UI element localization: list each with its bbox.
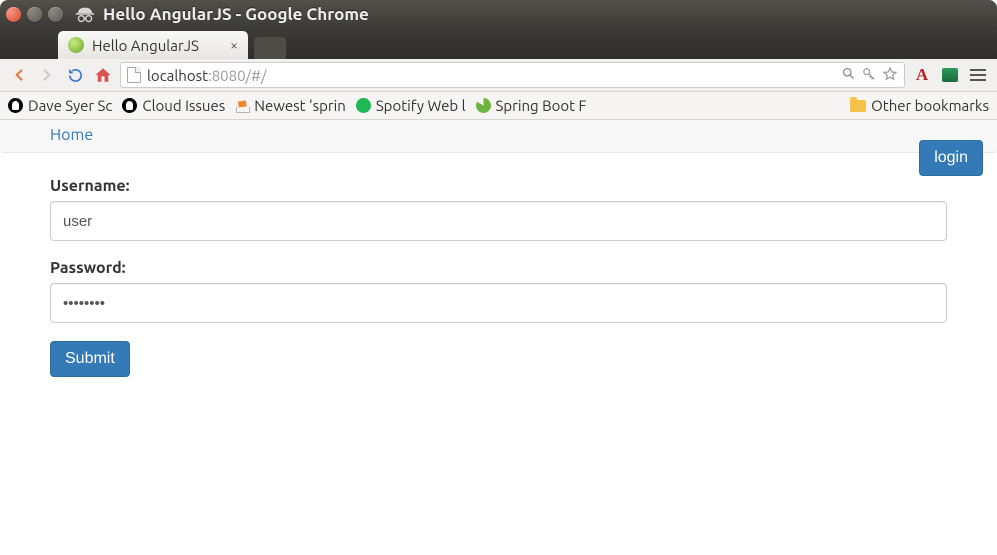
github-icon [122,98,137,113]
page-content: Home login Username: Password: Submit [0,120,997,401]
password-input[interactable] [50,283,947,323]
stackoverflow-icon [235,99,249,113]
incognito-icon [73,2,97,26]
username-label: Username: [50,177,947,195]
bookmark-label: Spring Boot F [496,97,587,114]
omnibox-right-icons [841,66,898,85]
bookmarks-bar: Dave Syer Sc Cloud Issues Newest 'sprin … [0,92,997,120]
spotify-icon [356,98,371,113]
extension-icon[interactable] [939,64,961,86]
spring-icon [476,98,491,113]
bookmark-label: Spotify Web l [376,97,466,114]
submit-button[interactable]: Submit [50,341,130,377]
window-minimize-button[interactable] [27,7,42,22]
url-rest: :8080/#/ [208,67,266,84]
browser-tab[interactable]: Hello AngularJS × [58,31,248,59]
bookmark-item[interactable]: Spotify Web l [356,97,466,114]
reload-button[interactable] [64,64,86,86]
username-input[interactable] [50,201,947,241]
bookmark-item[interactable]: Spring Boot F [476,97,587,114]
zoom-icon[interactable] [841,66,856,84]
url-host: localhost [147,67,208,84]
bookmark-label: Newest 'sprin [254,97,346,114]
github-icon [8,98,23,113]
bookmark-label: Cloud Issues [142,97,225,114]
top-nav-area: Home login [0,120,997,153]
address-bar[interactable]: localhost:8080/#/ [120,62,905,88]
home-button[interactable] [92,64,114,86]
page-icon [127,67,141,83]
url-text: localhost:8080/#/ [147,67,835,84]
bookmark-item[interactable]: Cloud Issues [122,97,225,114]
permissions-icon[interactable] [862,67,876,84]
bookmark-item[interactable]: Newest 'sprin [235,97,346,114]
password-label: Password: [50,259,947,277]
login-button[interactable]: login [919,140,983,176]
forward-button[interactable] [36,64,58,86]
tab-title: Hello AngularJS [92,37,222,54]
folder-icon [850,100,866,112]
chrome-menu-button[interactable] [967,64,989,86]
login-form: Username: Password: Submit [0,153,997,401]
window-titlebar: Hello AngularJS - Google Chrome [0,0,997,28]
tab-strip: Hello AngularJS × [0,28,997,59]
other-bookmarks-label: Other bookmarks [871,97,989,114]
bookmark-label: Dave Syer Sc [28,97,112,114]
bookmark-star-icon[interactable] [882,66,898,85]
new-tab-button[interactable] [254,37,286,59]
window-close-button[interactable] [6,7,21,22]
tab-favicon-icon [68,37,84,53]
browser-toolbar: localhost:8080/#/ A [0,59,997,92]
bookmark-item[interactable]: Dave Syer Sc [8,97,112,114]
window-title: Hello AngularJS - Google Chrome [103,5,369,24]
window-controls [6,7,63,22]
username-group: Username: [50,177,947,241]
tab-close-button[interactable]: × [230,37,238,53]
password-group: Password: [50,259,947,323]
home-link[interactable]: Home [50,126,93,144]
other-bookmarks-button[interactable]: Other bookmarks [850,97,989,114]
back-button[interactable] [8,64,30,86]
window-maximize-button[interactable] [48,7,63,22]
font-extension-icon[interactable]: A [911,64,933,86]
